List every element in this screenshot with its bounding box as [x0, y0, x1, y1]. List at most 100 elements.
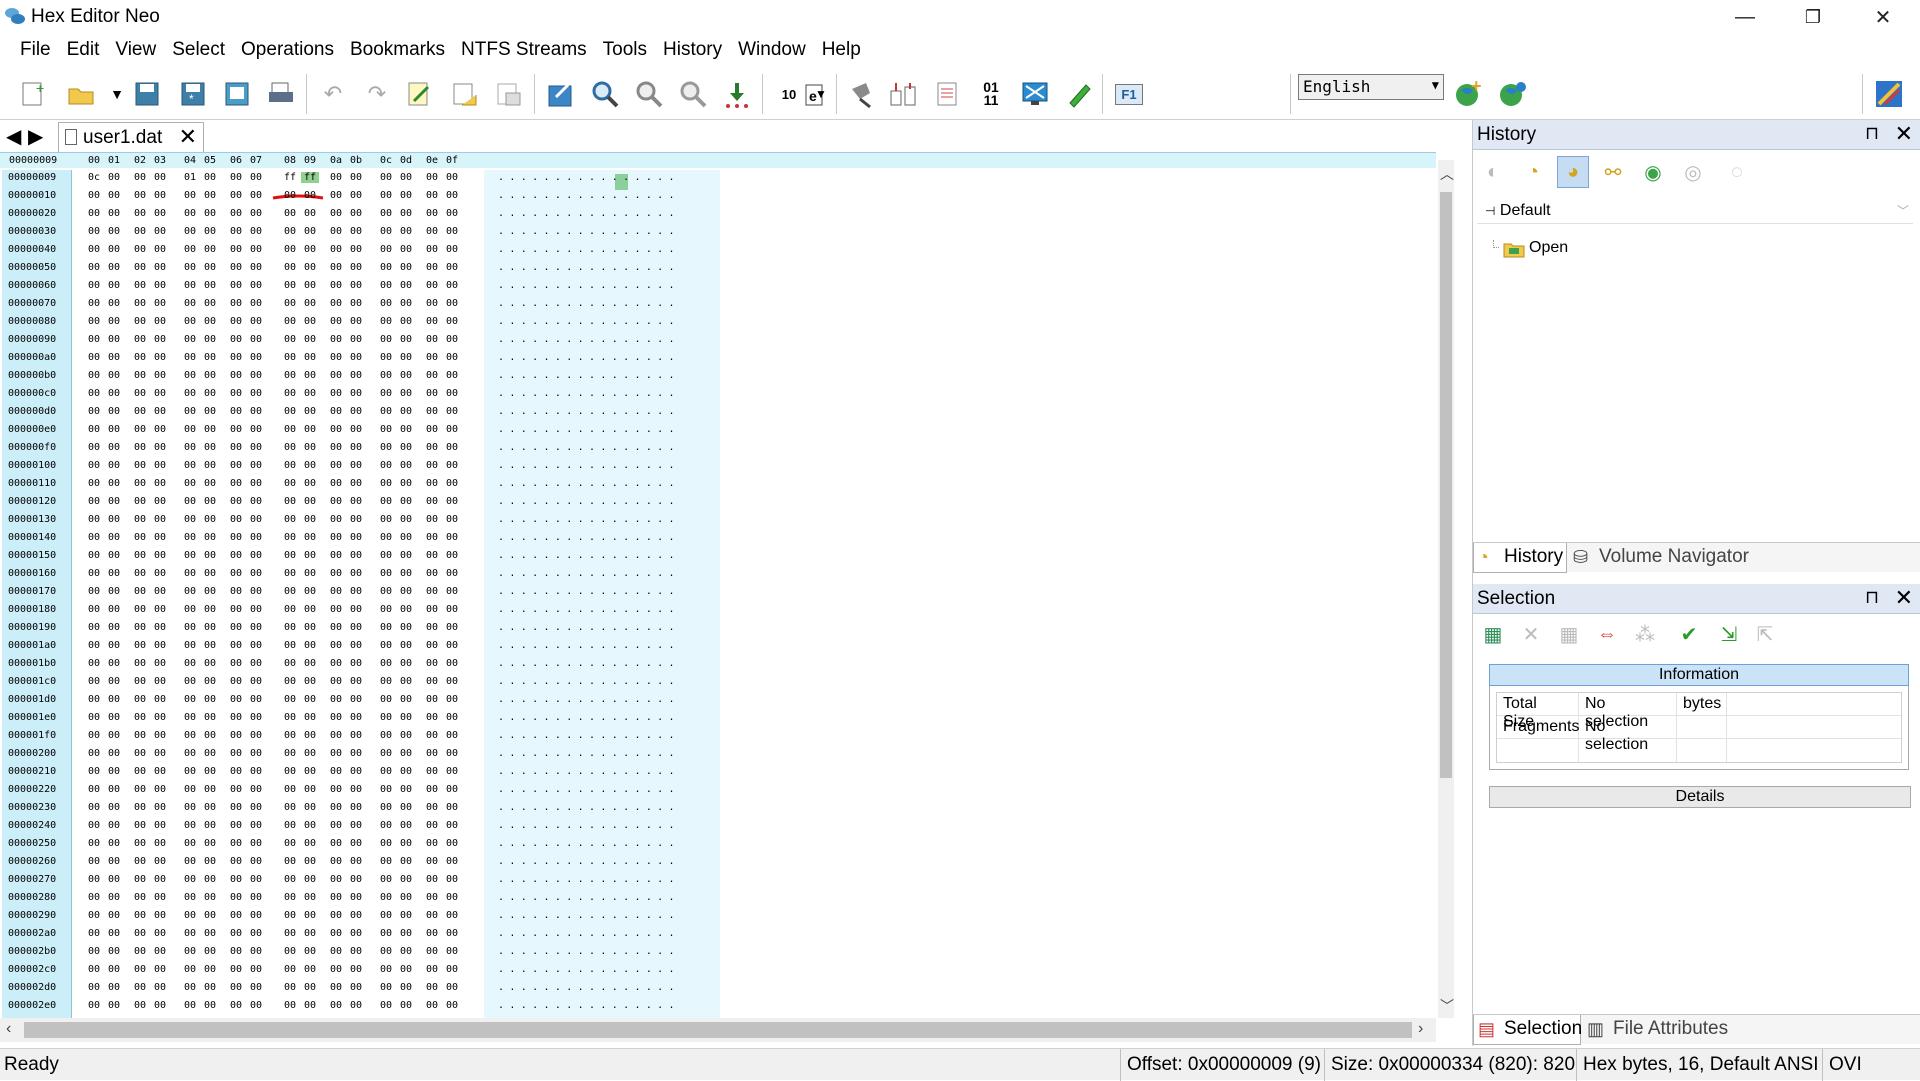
- hex-byte[interactable]: 00: [377, 388, 395, 399]
- hex-byte[interactable]: 00: [201, 334, 219, 345]
- hex-byte[interactable]: 00: [85, 496, 103, 507]
- hex-byte[interactable]: 00: [377, 748, 395, 759]
- hex-byte[interactable]: 00: [301, 1000, 319, 1011]
- hex-byte[interactable]: 00: [227, 604, 245, 615]
- hex-byte[interactable]: 00: [131, 892, 149, 903]
- hex-byte[interactable]: 00: [85, 622, 103, 633]
- hex-byte[interactable]: 00: [131, 784, 149, 795]
- hex-byte[interactable]: 00: [443, 622, 461, 633]
- hex-byte[interactable]: 00: [85, 406, 103, 417]
- hex-byte[interactable]: 00: [347, 460, 365, 471]
- hex-byte[interactable]: 00: [201, 424, 219, 435]
- hex-byte[interactable]: 00: [247, 388, 265, 399]
- text-row[interactable]: ................: [498, 316, 680, 327]
- hex-byte[interactable]: 00: [151, 946, 169, 957]
- hex-byte[interactable]: 00: [85, 442, 103, 453]
- hex-byte[interactable]: 00: [105, 514, 123, 525]
- hex-byte[interactable]: 00: [201, 352, 219, 363]
- hex-row[interactable]: 000002b0 00 00 00 00 00 00 00 00 00 00 00 00 00 00 00 00…: [0, 944, 720, 962]
- hex-byte[interactable]: 00: [85, 550, 103, 561]
- history-close-icon[interactable]: ✕: [1895, 121, 1913, 147]
- hex-byte[interactable]: 00: [281, 820, 299, 831]
- menu-edit[interactable]: Edit: [59, 36, 108, 66]
- hex-byte[interactable]: 00: [423, 550, 441, 561]
- hex-byte[interactable]: 00: [423, 172, 441, 183]
- hex-byte[interactable]: 00: [151, 676, 169, 687]
- hex-byte[interactable]: 00: [423, 460, 441, 471]
- hex-byte[interactable]: 00: [247, 586, 265, 597]
- hex-byte[interactable]: 00: [201, 856, 219, 867]
- hex-byte[interactable]: 00: [347, 694, 365, 705]
- hex-byte[interactable]: 00: [423, 856, 441, 867]
- hex-byte[interactable]: 00: [247, 1000, 265, 1011]
- hex-byte[interactable]: 00: [397, 694, 415, 705]
- hex-byte[interactable]: 00: [423, 622, 441, 633]
- hex-row[interactable]: 00000150 00 00 00 00 00 00 00 00 00 00 00 00 00 00 00 00…: [0, 548, 720, 566]
- hex-byte[interactable]: 00: [181, 298, 199, 309]
- hex-byte[interactable]: 00: [281, 964, 299, 975]
- hex-byte[interactable]: 00: [281, 694, 299, 705]
- hex-byte[interactable]: 00: [131, 460, 149, 471]
- hex-byte[interactable]: 00: [397, 748, 415, 759]
- hex-byte[interactable]: 00: [151, 982, 169, 993]
- hex-byte[interactable]: 00: [281, 658, 299, 669]
- hex-byte[interactable]: 00: [327, 568, 345, 579]
- hex-byte[interactable]: 00: [247, 946, 265, 957]
- hex-byte[interactable]: 00: [397, 730, 415, 741]
- hex-byte[interactable]: 00: [423, 298, 441, 309]
- hex-byte[interactable]: 00: [105, 406, 123, 417]
- hex-byte[interactable]: 00: [423, 676, 441, 687]
- hex-byte[interactable]: 00: [181, 892, 199, 903]
- hex-byte[interactable]: 00: [443, 352, 461, 363]
- hex-byte[interactable]: 00: [377, 280, 395, 291]
- hex-byte[interactable]: 00: [201, 838, 219, 849]
- hex-byte[interactable]: 00: [281, 748, 299, 759]
- hex-byte[interactable]: 00: [281, 388, 299, 399]
- hex-byte[interactable]: 00: [247, 874, 265, 885]
- hex-byte[interactable]: 00: [151, 820, 169, 831]
- hex-byte[interactable]: 00: [131, 334, 149, 345]
- hex-byte[interactable]: 00: [247, 712, 265, 723]
- hex-byte[interactable]: 00: [227, 316, 245, 327]
- hex-byte[interactable]: 00: [151, 694, 169, 705]
- hex-byte[interactable]: 00: [377, 586, 395, 597]
- hex-byte[interactable]: 00: [131, 568, 149, 579]
- hex-byte[interactable]: 00: [301, 514, 319, 525]
- hex-byte[interactable]: 00: [377, 982, 395, 993]
- hex-row[interactable]: 000000d0 00 00 00 00 00 00 00 00 00 00 00 00 00 00 00 00…: [0, 404, 720, 422]
- hex-byte[interactable]: 00: [105, 694, 123, 705]
- text-row[interactable]: ................: [498, 406, 680, 417]
- hex-byte[interactable]: 00: [227, 370, 245, 381]
- hex-row[interactable]: 00000220 00 00 00 00 00 00 00 00 00 00 00 00 00 00 00 00…: [0, 782, 720, 800]
- hex-byte[interactable]: 00: [201, 280, 219, 291]
- hex-byte[interactable]: 00: [131, 208, 149, 219]
- tab-close-icon[interactable]: ✕: [179, 124, 197, 150]
- hex-byte[interactable]: 00: [443, 496, 461, 507]
- hex-row[interactable]: 000002c0 00 00 00 00 00 00 00 00 00 00 00 00 00 00 00 00…: [0, 962, 720, 980]
- hex-byte[interactable]: 00: [247, 496, 265, 507]
- hex-byte[interactable]: 00: [201, 460, 219, 471]
- hex-byte[interactable]: 00: [151, 460, 169, 471]
- hex-byte[interactable]: 00: [181, 586, 199, 597]
- hex-byte[interactable]: 00: [201, 712, 219, 723]
- hex-byte[interactable]: 00: [327, 1000, 345, 1011]
- hex-byte[interactable]: 00: [281, 370, 299, 381]
- hex-byte[interactable]: 00: [201, 676, 219, 687]
- hex-byte[interactable]: 00: [105, 910, 123, 921]
- hex-byte[interactable]: 00: [377, 460, 395, 471]
- hex-byte[interactable]: 00: [301, 640, 319, 651]
- hex-byte[interactable]: 00: [347, 784, 365, 795]
- hex-row[interactable]: 00000250 00 00 00 00 00 00 00 00 00 00 00 00 00 00 00 00…: [0, 836, 720, 854]
- hex-byte[interactable]: 00: [301, 586, 319, 597]
- hex-byte[interactable]: 00: [131, 370, 149, 381]
- hex-byte[interactable]: 00: [85, 892, 103, 903]
- history-entry-open[interactable]: Open: [1503, 238, 1568, 258]
- hex-byte[interactable]: 00: [227, 730, 245, 741]
- hex-row[interactable]: 00000010 00 00 00 00 00 00 00 00 00 00 00 00 00 00 00 00…: [0, 188, 720, 206]
- close-button[interactable]: ✕: [1848, 0, 1918, 34]
- menu-file[interactable]: File: [12, 36, 59, 66]
- hex-byte[interactable]: 00: [247, 424, 265, 435]
- hex-byte[interactable]: 00: [247, 532, 265, 543]
- hex-byte[interactable]: 00: [181, 406, 199, 417]
- hex-byte[interactable]: 00: [423, 262, 441, 273]
